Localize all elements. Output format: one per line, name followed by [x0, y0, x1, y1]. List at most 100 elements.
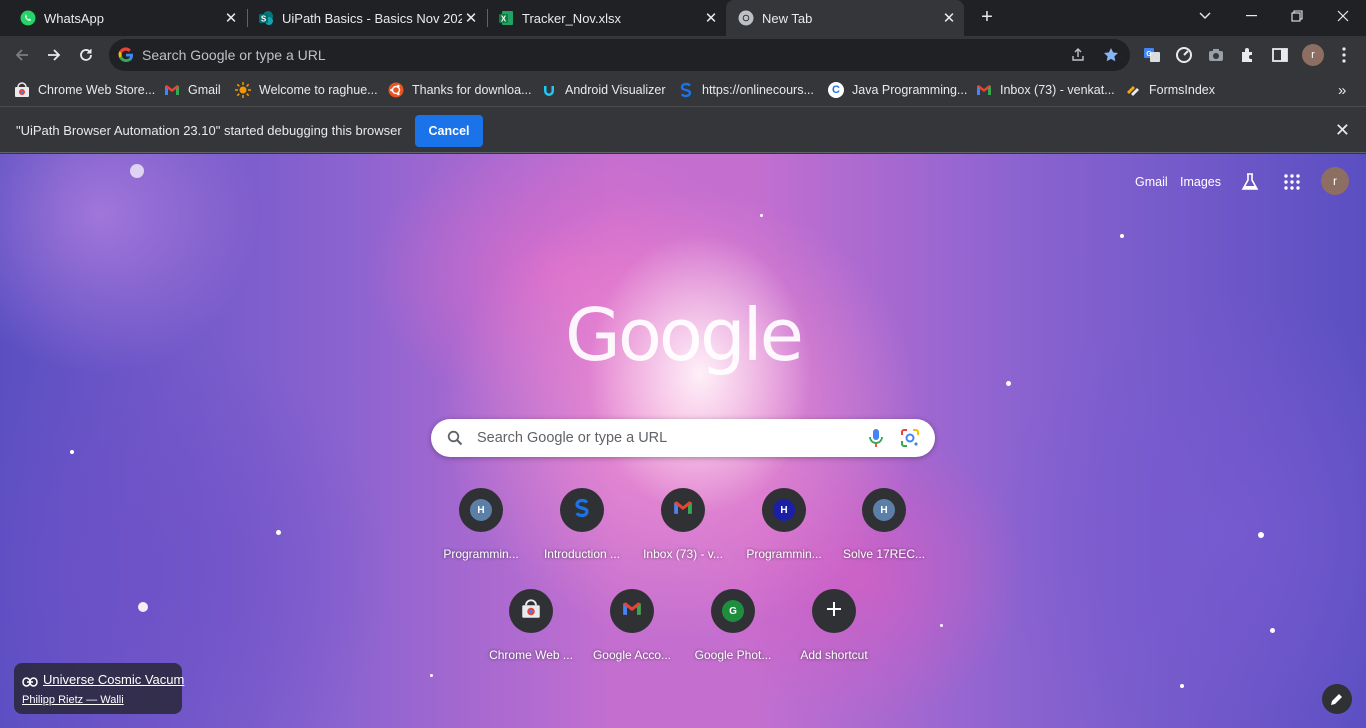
shortcut-introduction[interactable]: Introduction ...: [532, 488, 632, 578]
search-icon: [447, 430, 463, 451]
camera-extension-icon[interactable]: [1205, 44, 1227, 66]
shortcut-label: Google Acco...: [592, 648, 672, 662]
bookmark-chrome-web-store[interactable]: Chrome Web Store...: [14, 81, 155, 99]
google-apps-grid-icon[interactable]: [1280, 170, 1304, 194]
cancel-button[interactable]: Cancel: [415, 115, 483, 147]
svg-text:G: G: [1146, 51, 1152, 58]
close-window-button[interactable]: [1320, 0, 1366, 32]
bookmark-label: Inbox (73) - venkat...: [1000, 83, 1115, 97]
plus-icon: [826, 601, 842, 622]
bookmark-welcome-raghue[interactable]: Welcome to raghue...: [235, 81, 378, 99]
forward-button[interactable]: [40, 41, 68, 69]
share-icon[interactable]: [1068, 45, 1088, 65]
gmail-icon: [622, 601, 642, 621]
shortcut-label: Introduction ...: [543, 547, 621, 561]
link-icon: [22, 674, 38, 692]
omnibox[interactable]: [109, 39, 1130, 71]
ubuntu-icon: [388, 82, 404, 98]
google-g-icon: [118, 47, 134, 63]
bookmark-star-icon[interactable]: [1101, 45, 1121, 65]
gmail-link[interactable]: Gmail: [1135, 175, 1168, 189]
udemy-icon: [541, 82, 557, 98]
attribution-title[interactable]: Universe Cosmic Vacum: [43, 672, 184, 687]
svg-text:S: S: [261, 15, 267, 24]
debugging-infobar: "UiPath Browser Automation 23.10" starte…: [0, 108, 1366, 153]
voice-search-icon[interactable]: [868, 428, 884, 453]
close-icon[interactable]: ✕: [1335, 120, 1350, 141]
close-icon[interactable]: ✕: [702, 9, 720, 27]
performance-extension-icon[interactable]: [1173, 44, 1195, 66]
shortcut-chrome-web-store[interactable]: Chrome Web ...: [481, 589, 581, 679]
tab-new-tab[interactable]: New Tab ✕: [726, 0, 964, 36]
google-lens-icon[interactable]: [900, 428, 920, 453]
shortcut-programming-1[interactable]: H Programmin...: [431, 488, 531, 578]
minimize-button[interactable]: [1228, 0, 1274, 32]
omnibox-input[interactable]: [142, 39, 1042, 71]
tab-title: UiPath Basics - Basics Nov 2023: [282, 10, 462, 26]
shortcut-google-photos[interactable]: G Google Phot...: [683, 589, 783, 679]
bookmark-formsindex[interactable]: FormsIndex: [1125, 81, 1215, 99]
back-button[interactable]: [8, 41, 36, 69]
shortcut-google-account[interactable]: Google Acco...: [582, 589, 682, 679]
shortcut-label: Solve 17REC...: [842, 547, 926, 561]
close-icon[interactable]: ✕: [940, 9, 958, 27]
s-icon: [572, 498, 592, 523]
images-link[interactable]: Images: [1180, 175, 1221, 189]
toolbar: G r: [0, 36, 1366, 74]
gmail-icon: [673, 500, 693, 520]
bookmark-onlinecourses[interactable]: https://onlinecours...: [678, 81, 814, 99]
bookmark-label: Thanks for downloa...: [412, 83, 532, 97]
attribution-author[interactable]: Philipp Rietz — Walli: [22, 694, 124, 706]
labs-flask-icon[interactable]: [1238, 170, 1262, 194]
chrome-web-store-icon: [521, 598, 541, 624]
tab-whatsapp[interactable]: WhatsApp ✕: [0, 0, 246, 36]
gmail-icon: [976, 82, 992, 98]
google-logo: Google: [565, 293, 804, 377]
bookmark-android-visualizer[interactable]: Android Visualizer: [541, 81, 666, 99]
more-menu-icon[interactable]: [1333, 44, 1355, 66]
tab-tracker-xlsx[interactable]: X Tracker_Nov.xlsx ✕: [478, 0, 726, 36]
tab-title: WhatsApp: [44, 10, 104, 26]
shortcut-label: Programmin...: [746, 547, 822, 561]
bookmark-inbox-venkat[interactable]: Inbox (73) - venkat...: [976, 81, 1115, 99]
tab-title: New Tab: [762, 10, 813, 26]
chrome-icon: [738, 10, 754, 26]
bookmark-java-programming[interactable]: C Java Programming...: [828, 81, 967, 99]
h-letter-icon: H: [873, 499, 895, 521]
tab-search-icon[interactable]: [1182, 0, 1228, 32]
background-attribution[interactable]: Universe Cosmic Vacum Philipp Rietz — Wa…: [14, 663, 184, 714]
bookmark-label: FormsIndex: [1149, 83, 1215, 97]
sharepoint-icon: S: [258, 10, 274, 26]
bookmark-label: Chrome Web Store...: [38, 83, 156, 97]
bookmarks-overflow-chevron-icon[interactable]: »: [1338, 81, 1346, 99]
restore-button[interactable]: [1274, 0, 1320, 32]
ntp-search-box[interactable]: [431, 419, 935, 457]
profile-avatar[interactable]: r: [1302, 44, 1324, 66]
bookmark-gmail[interactable]: Gmail: [164, 81, 221, 99]
bookmark-label: Android Visualizer: [565, 83, 666, 97]
customize-pencil-icon[interactable]: [1322, 684, 1352, 714]
shortcut-label: Google Phot...: [694, 648, 772, 662]
bookmarks-bar: Chrome Web Store... Gmail Welcome to rag…: [0, 74, 1366, 107]
shortcut-programming-2[interactable]: H Programmin...: [734, 488, 834, 578]
excel-icon: X: [498, 10, 514, 26]
add-shortcut-button[interactable]: Add shortcut: [784, 589, 884, 679]
side-panel-icon[interactable]: [1269, 44, 1291, 66]
reload-button[interactable]: [72, 41, 100, 69]
chrome-web-store-icon: [14, 82, 30, 98]
whatsapp-icon: [20, 10, 36, 26]
svg-text:X: X: [501, 15, 507, 24]
bookmark-label: Java Programming...: [852, 83, 968, 97]
ntp-search-input[interactable]: [477, 419, 857, 457]
new-tab-button[interactable]: +: [976, 6, 998, 28]
shortcut-label: Inbox (73) - v...: [643, 547, 723, 561]
profile-avatar[interactable]: r: [1321, 167, 1349, 195]
shortcut-label: Add shortcut: [800, 648, 868, 662]
extensions-puzzle-icon[interactable]: [1237, 44, 1259, 66]
bookmark-thanks-download[interactable]: Thanks for downloa...: [388, 81, 532, 99]
shortcut-solve-17rec[interactable]: H Solve 17REC...: [834, 488, 934, 578]
translate-extension-icon[interactable]: G: [1141, 44, 1163, 66]
s-icon: [678, 82, 694, 98]
shortcut-inbox[interactable]: Inbox (73) - v...: [633, 488, 733, 578]
tab-uipath-basics[interactable]: S UiPath Basics - Basics Nov 2023 ✕: [238, 0, 486, 36]
